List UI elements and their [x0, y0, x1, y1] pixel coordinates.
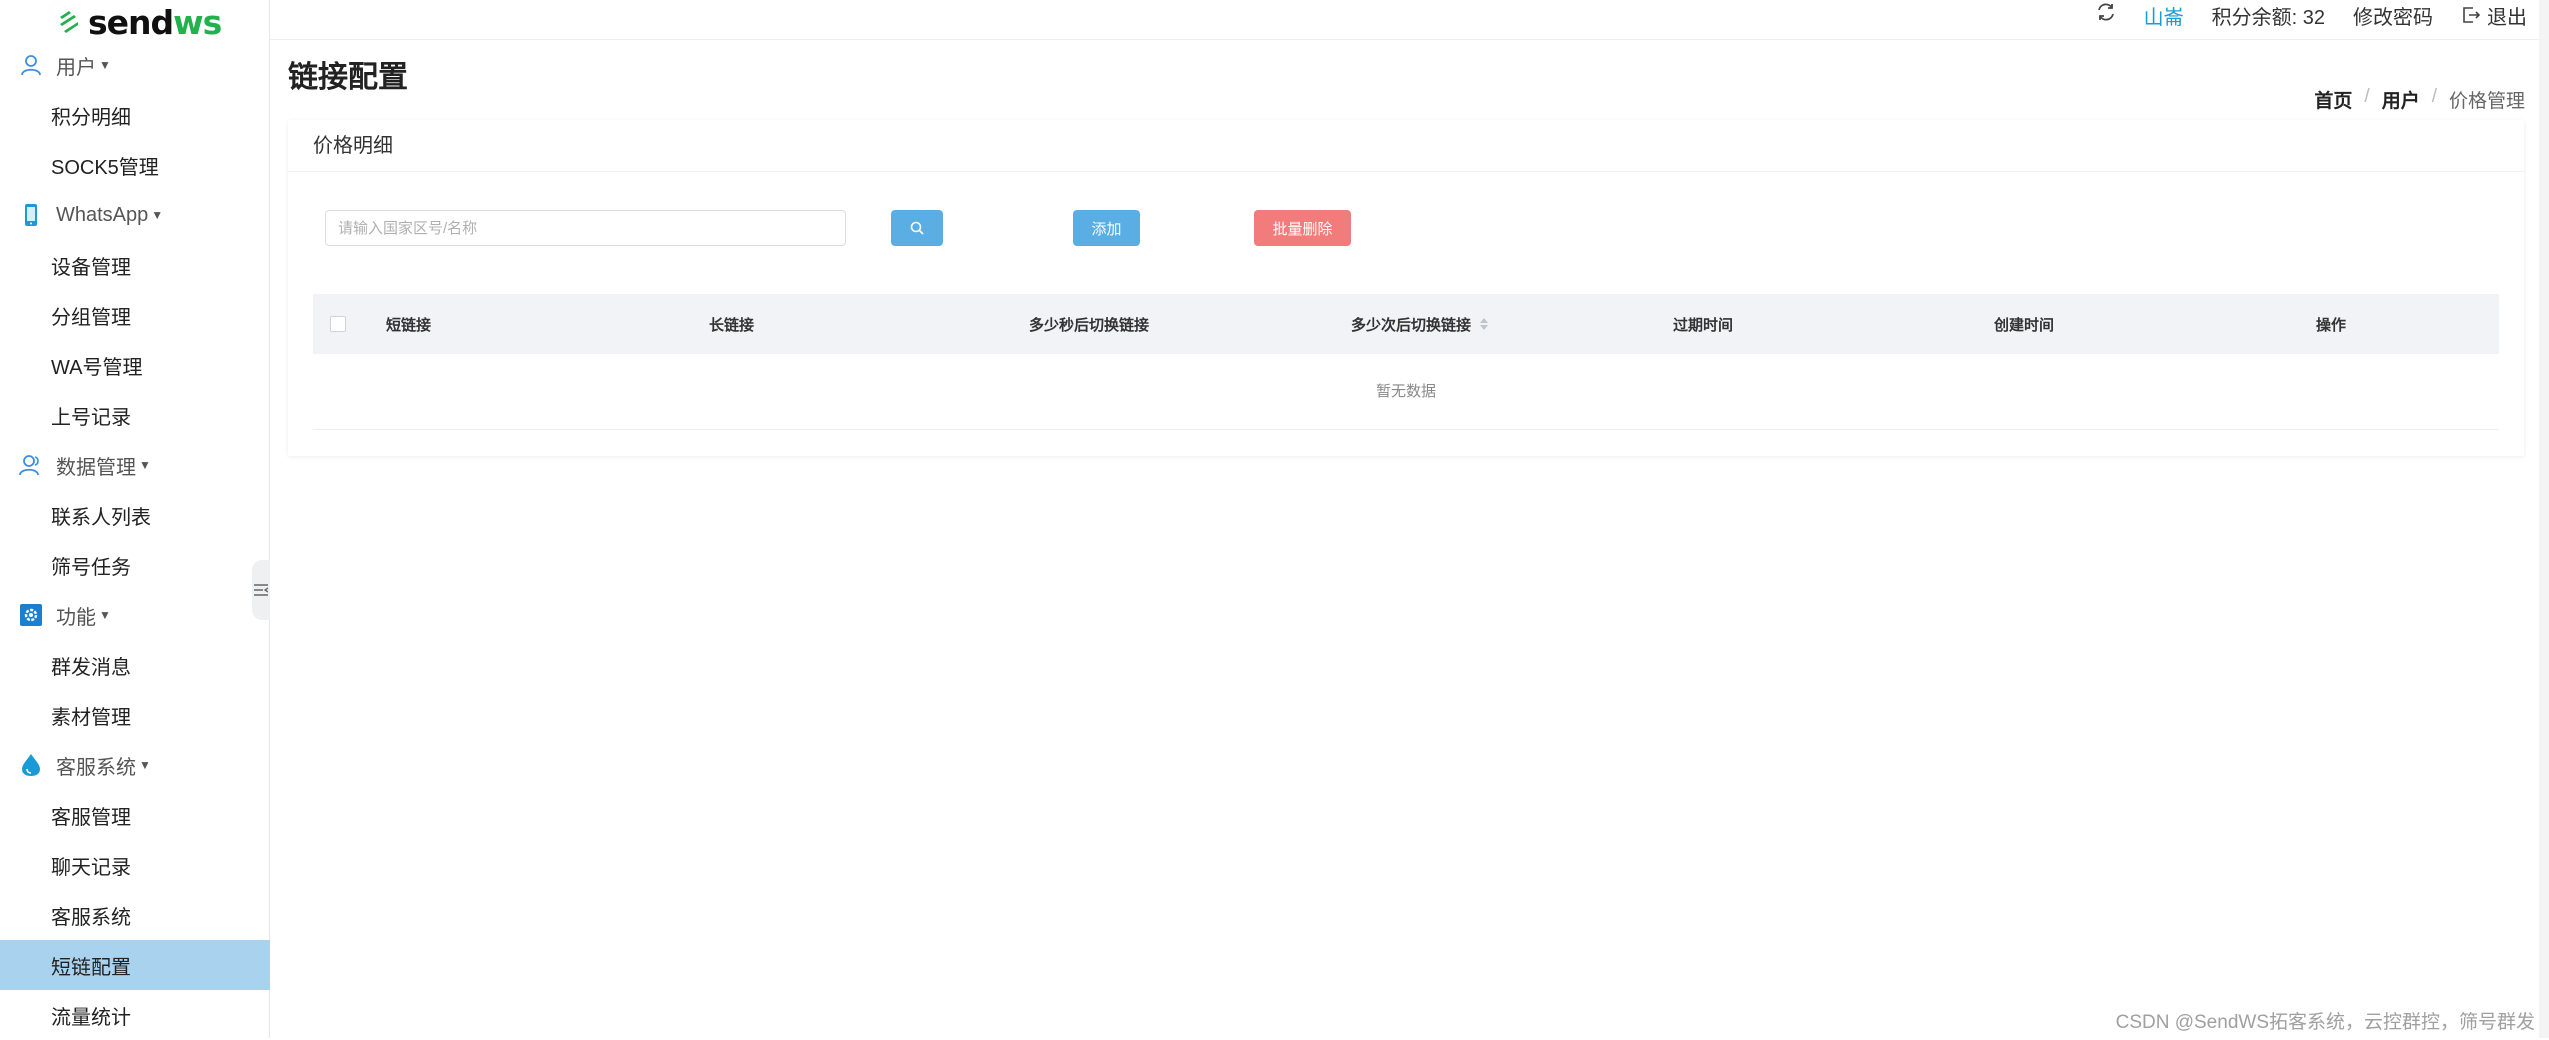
logo-text-main: send	[88, 3, 173, 42]
logo-mark-icon	[56, 9, 82, 35]
user-icon	[18, 52, 44, 78]
sidebar-item-group[interactable]: 分组管理	[0, 290, 270, 340]
phone-icon	[18, 202, 44, 228]
select-all-cell	[330, 294, 346, 354]
nav-group-data[interactable]: 数据管理 ▼	[0, 440, 270, 490]
sidebar-item-sock5[interactable]: SOCK5管理	[0, 140, 270, 190]
change-password-link[interactable]: 修改密码	[2353, 1, 2433, 30]
table-header: 短链接 长链接 多少秒后切换链接 多少次后切换链接 过期时间 创建时间 操作	[313, 294, 2499, 354]
caret-down-icon: ▼	[139, 458, 151, 472]
sidebar-item-chat-record[interactable]: 聊天记录	[0, 840, 270, 890]
caret-down-icon: ▼	[99, 608, 111, 622]
points-balance: 积分余额: 32	[2212, 1, 2325, 30]
breadcrumb-current: 价格管理	[2449, 86, 2525, 113]
sidebar-item-device[interactable]: 设备管理	[0, 240, 270, 290]
search-icon	[910, 221, 924, 235]
batch-delete-button[interactable]: 批量删除	[1254, 210, 1351, 246]
nav-group-functions[interactable]: 功能 ▼	[0, 590, 270, 640]
logout-icon	[2461, 5, 2481, 25]
menu-fold-icon	[254, 584, 268, 596]
sort-icon[interactable]	[1479, 317, 1489, 331]
topbar-actions: 山崙 积分余额: 32 修改密码 退出	[2096, 0, 2527, 30]
nav-group-user[interactable]: 用户 ▼	[0, 40, 270, 90]
logo[interactable]: sendws	[56, 4, 221, 40]
sidebar-item-agent-mgmt[interactable]: 客服管理	[0, 790, 270, 840]
nav-group-whatsapp[interactable]: WhatsApp ▼	[0, 190, 270, 240]
column-header-expire-time: 过期时间	[1673, 294, 1733, 354]
logo-text-accent: ws	[173, 3, 221, 42]
logo-text: sendws	[88, 6, 221, 39]
add-button[interactable]: 添加	[1073, 210, 1140, 246]
gear-icon	[18, 602, 44, 628]
sidebar-item-mass-message[interactable]: 群发消息	[0, 640, 270, 690]
column-header-short-link: 短链接	[386, 294, 431, 354]
nav-group-label: 功能	[56, 601, 96, 630]
search-input[interactable]	[325, 210, 846, 246]
sidebar-item-traffic-stats[interactable]: 流量统计	[0, 990, 270, 1040]
column-header-switch-seconds: 多少秒后切换链接	[1029, 294, 1149, 354]
logout-button[interactable]: 退出	[2461, 1, 2527, 30]
refresh-icon[interactable]	[2096, 2, 2116, 28]
caret-down-icon: ▼	[151, 208, 163, 222]
select-all-checkbox[interactable]	[330, 316, 346, 332]
sidebar-item-points-detail[interactable]: 积分明细	[0, 90, 270, 140]
breadcrumb-separator: /	[2432, 86, 2437, 113]
username-link[interactable]: 山崙	[2144, 1, 2184, 30]
breadcrumb: 首页 / 用户 / 价格管理	[2314, 86, 2525, 113]
page-scrollbar[interactable]	[2539, 0, 2549, 1038]
users-icon	[18, 452, 44, 478]
page-title: 链接配置	[288, 52, 408, 96]
nav-group-label: WhatsApp	[56, 204, 148, 227]
column-header-switch-count[interactable]: 多少次后切换链接	[1351, 294, 1489, 354]
drop-icon	[18, 752, 44, 778]
shortlink-table: 短链接 长链接 多少秒后切换链接 多少次后切换链接 过期时间 创建时间 操作 暂…	[313, 294, 2499, 430]
column-header-switch-count-label: 多少次后切换链接	[1351, 314, 1471, 335]
sidebar-collapse-handle[interactable]	[252, 560, 270, 620]
column-header-actions: 操作	[2316, 294, 2346, 354]
sidebar: sendws 用户 ▼ 积分明细 SOCK5管理 WhatsApp ▼ 设备管理…	[0, 0, 270, 1038]
price-detail-card: 价格明细 添加 批量删除 短链接 长链接 多少秒后切换链接 多少次后切换链接	[288, 120, 2524, 456]
main-content: 链接配置 首页 / 用户 / 价格管理 价格明细 添加 批量删除 短链接 长链接…	[270, 40, 2549, 1038]
breadcrumb-user[interactable]: 用户	[2382, 86, 2420, 113]
sidebar-nav: 用户 ▼ 积分明细 SOCK5管理 WhatsApp ▼ 设备管理 分组管理 W…	[0, 40, 270, 1040]
sidebar-item-contacts[interactable]: 联系人列表	[0, 490, 270, 540]
nav-group-label: 用户	[56, 51, 96, 80]
sidebar-item-login-record[interactable]: 上号记录	[0, 390, 270, 440]
breadcrumb-home[interactable]: 首页	[2314, 86, 2352, 113]
column-header-create-time: 创建时间	[1994, 294, 2054, 354]
sidebar-item-filter-task[interactable]: 筛号任务	[0, 540, 270, 590]
breadcrumb-separator: /	[2364, 86, 2369, 113]
card-title: 价格明细	[288, 120, 2524, 172]
caret-down-icon: ▼	[99, 58, 111, 72]
logout-label: 退出	[2487, 1, 2527, 30]
watermark: CSDN @SendWS拓客系统，云控群控，筛号群发	[2116, 1007, 2535, 1034]
search-button[interactable]	[891, 210, 943, 246]
nav-group-label: 数据管理	[56, 451, 136, 480]
sidebar-item-service-system[interactable]: 客服系统	[0, 890, 270, 940]
topbar: 山崙 积分余额: 32 修改密码 退出	[270, 0, 2549, 40]
sidebar-item-shortlink-config[interactable]: 短链配置	[0, 940, 270, 990]
sidebar-item-materials[interactable]: 素材管理	[0, 690, 270, 740]
caret-down-icon: ▼	[139, 758, 151, 772]
sidebar-item-wa-number[interactable]: WA号管理	[0, 340, 270, 390]
column-header-long-link: 长链接	[709, 294, 754, 354]
nav-group-service[interactable]: 客服系统 ▼	[0, 740, 270, 790]
nav-group-label: 客服系统	[56, 751, 136, 780]
empty-state: 暂无数据	[313, 354, 2499, 430]
